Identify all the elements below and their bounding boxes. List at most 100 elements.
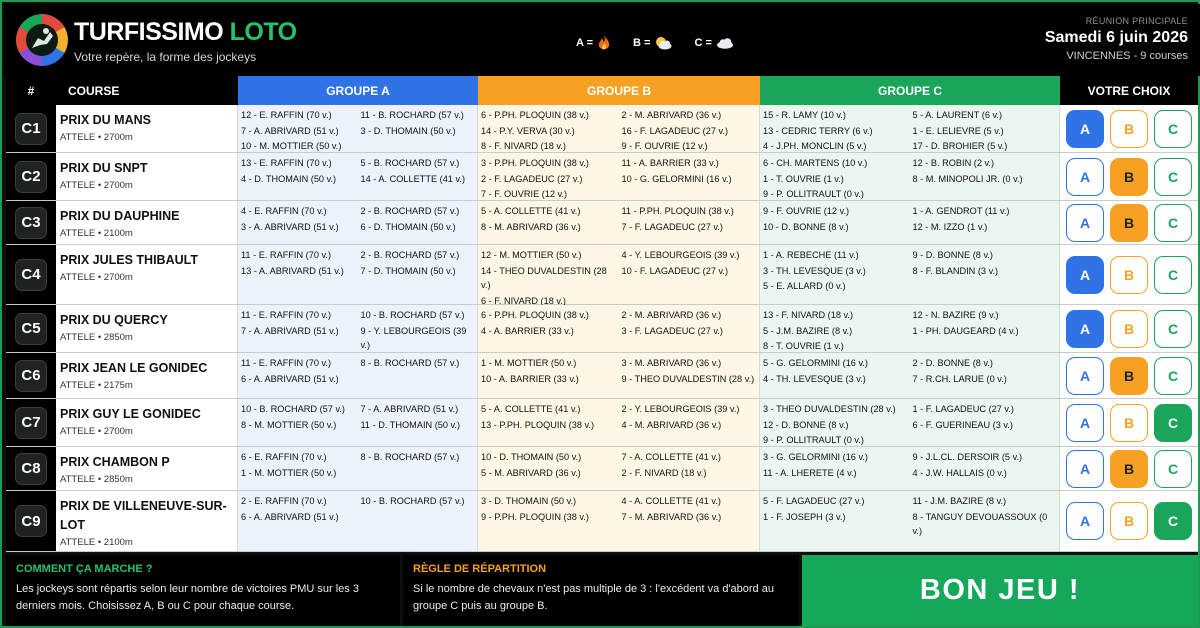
choice-button-b[interactable]: B (1110, 356, 1148, 395)
group-c-cell: 13 - F. NIVARD (18 v.) 12 - N. BAZIRE (9 … (760, 305, 1060, 352)
choice-button-c[interactable]: C (1154, 109, 1192, 148)
jockey-entry: 9 - F. OUVRIE (12 v.) (763, 206, 850, 216)
jockey-entry: 10 - B. ROCHARD (57 v.) (360, 496, 465, 506)
choice-button-a[interactable]: A (1066, 157, 1104, 196)
jockey-entry: 3 - A. ABRIVARD (51 v.) (241, 221, 339, 232)
legend-item-c: C = (694, 37, 733, 49)
jockey-entry: 5 - J.M. BAZIRE (8 v.) (763, 325, 853, 336)
jockey-entry: 11 - P.PH. PLOQUIN (38 v.) (621, 206, 734, 216)
jockey-entry: 1 - F. JOSEPH (3 v.) (763, 511, 846, 522)
choice-button-a[interactable]: A (1066, 403, 1104, 442)
choice-button-c[interactable]: C (1154, 309, 1192, 348)
choice-button-b[interactable]: B (1110, 449, 1148, 488)
group-c-cell: 6 - CH. MARTENS (10 v.) 12 - B. ROBIN (2 … (760, 153, 1060, 200)
jockey-list: 2 - E. RAFFIN (70 v.) 10 - B. ROCHARD (57… (238, 491, 477, 524)
jockey-entry: 3 - G. GELORMINI (16 v.) (763, 452, 868, 462)
jockey-entry: 9 - J.L.CL. DERSOIR (5 v.) (912, 452, 1023, 462)
group-c-cell: 3 - G. GELORMINI (16 v.) 9 - J.L.CL. DERS… (760, 447, 1060, 490)
jockey-entry: 8 - M. MINOPOLI JR. (0 v.) (912, 173, 1023, 184)
choice-button-a[interactable]: A (1066, 356, 1104, 395)
race-number-badge: C8 (15, 452, 47, 485)
course-cell: PRIX DU SNPT ATTELE • 2700m (56, 153, 238, 200)
choice-button-b[interactable]: B (1110, 157, 1148, 196)
column-header-group-c: GROUPE C (760, 76, 1060, 105)
jockey-entry: 2 - F. LAGADEUC (27 v.) (481, 173, 583, 184)
jockey-entry: 5 - B. ROCHARD (57 v.) (360, 158, 460, 168)
group-c-cell: 5 - F. LAGADEUC (27 v.) 11 - J.M. BAZIRE … (760, 491, 1060, 551)
choice-button-b[interactable]: B (1110, 109, 1148, 148)
course-name: PRIX JULES THIBAULT (60, 253, 198, 267)
choice-button-c[interactable]: C (1154, 502, 1192, 540)
jockey-entry: 5 - E. ALLARD (0 v.) (763, 281, 846, 291)
jockey-entry: 7 - D. THOMAIN (50 v.) (360, 265, 456, 276)
group-c-cell: 9 - F. OUVRIE (12 v.) 1 - A. GENDROT (11 … (760, 201, 1060, 244)
jockey-list: 15 - R. LAMY (10 v.) 5 - A. LAURENT (6 v.… (760, 105, 1059, 154)
choice-button-a[interactable]: A (1066, 449, 1104, 488)
races-table: C1 PRIX DU MANS ATTELE • 2700m 12 - E. RAFF… (6, 105, 1198, 552)
brand-accent: LOTO (229, 18, 297, 46)
jockey-entry (361, 372, 475, 387)
choice-button-a[interactable]: A (1066, 255, 1104, 294)
group-legend: A = B = C = (576, 35, 734, 51)
choice-button-c[interactable]: C (1154, 449, 1192, 488)
jockey-entry: 3 - TH. LEVESQUE (3 v.) (763, 265, 866, 276)
choice-button-b[interactable]: B (1110, 255, 1148, 294)
jockey-entry: 11 - B. ROCHARD (57 v.) (360, 110, 464, 120)
jockey-entry: 17 - D. BROHIER (5 v.) (912, 141, 1008, 151)
jockey-list: 1 - A. REBECHE (11 v.) 9 - D. BONNE (8 v.… (760, 245, 1059, 294)
column-header-course: COURSE (56, 76, 238, 105)
choice-cell: ABC (1060, 245, 1198, 304)
choice-button-c[interactable]: C (1154, 403, 1192, 442)
cloud-icon (716, 38, 733, 49)
course-cell: PRIX DU QUERCY ATTELE • 2850m (56, 305, 238, 352)
jockey-list: 3 - THEO DUVALDESTIN (28 v.) 1 - F. LAGAD… (760, 399, 1059, 448)
choice-button-c[interactable]: C (1154, 203, 1192, 242)
choice-button-a[interactable]: A (1066, 109, 1104, 148)
jockey-entry: 1 - M. MOTTIER (50 v.) (481, 358, 577, 368)
jockey-entry: 8 - M. ABRIVARD (36 v.) (481, 221, 581, 232)
legend-label-b: B = (633, 37, 651, 49)
column-header-num: # (6, 76, 56, 105)
jockey-entry: 4 - A. BARRIER (33 v.) (481, 325, 574, 336)
choice-button-b[interactable]: B (1110, 403, 1148, 442)
jockey-entry: 12 - M. MOTTIER (50 v.) (481, 250, 582, 260)
jockey-entry: 13 - P.PH. PLOQUIN (38 v.) (481, 419, 595, 430)
jockey-entry: 10 - G. GELORMINI (16 v.) (621, 173, 732, 184)
choice-button-a[interactable]: A (1066, 203, 1104, 242)
jockey-entry: 2 - B. ROCHARD (57 v.) (360, 250, 460, 260)
course-name: PRIX DE VILLENEUVE-SUR-LOT (60, 499, 227, 532)
jockey-entry: 10 - D. BONNE (8 v.) (763, 221, 849, 232)
course-cell: PRIX DE VILLENEUVE-SUR-LOT ATTELE • 2100m (56, 491, 238, 551)
jockey-entry: 6 - D. THOMAIN (50 v.) (360, 221, 456, 232)
jockey-entry (361, 510, 475, 525)
roulette-logo-icon (16, 14, 68, 66)
choice-button-c[interactable]: C (1154, 255, 1192, 294)
jockey-entry: 11 - A. LHERETE (4 v.) (763, 467, 857, 478)
group-b-cell: 5 - A. COLLETTE (41 v.) 11 - P.PH. PLOQUI… (478, 201, 760, 244)
choice-button-b[interactable]: B (1110, 502, 1148, 540)
course-cell: PRIX JEAN LE GONIDEC ATTELE • 2175m (56, 353, 238, 398)
column-header-choice: VOTRE CHOIX (1060, 76, 1198, 105)
jockey-entry: 9 - P. OLLITRAULT (0 v.) (763, 189, 864, 199)
meeting-venue: VINCENNES - 9 courses (1066, 50, 1188, 62)
choice-button-c[interactable]: C (1154, 157, 1192, 196)
jockey-list: 12 - E. RAFFIN (70 v.) 11 - B. ROCHARD (5… (238, 105, 477, 154)
jockey-entry: 3 - THEO DUVALDESTIN (28 v.) (763, 404, 896, 414)
choice-button-b[interactable]: B (1110, 309, 1148, 348)
choice-button-b[interactable]: B (1110, 203, 1148, 242)
choice-button-a[interactable]: A (1066, 502, 1104, 540)
choice-cell: ABC (1060, 105, 1198, 152)
choice-cell: ABC (1060, 153, 1198, 200)
course-cell: PRIX GUY LE GONIDEC ATTELE • 2700m (56, 399, 238, 446)
race-row: C8 PRIX CHAMBON P ATTELE • 2850m 6 - E. RAF… (6, 447, 1198, 491)
choice-button-c[interactable]: C (1154, 356, 1192, 395)
jockey-entry: 2 - D. BONNE (8 v.) (912, 358, 993, 368)
jockey-entry: 9 - D. BONNE (8 v.) (912, 250, 993, 260)
race-number-badge: C2 (15, 160, 47, 193)
jockey-entry: 6 - P.PH. PLOQUIN (38 v.) (481, 110, 589, 120)
jockey-entry: 6 - A. ABRIVARD (51 v.) (241, 373, 339, 384)
jockey-entry: 4 - A. COLLETTE (41 v.) (621, 496, 721, 506)
jockey-entry: 13 - F. NIVARD (18 v.) (763, 310, 854, 320)
choice-button-a[interactable]: A (1066, 309, 1104, 348)
jockey-entry: 1 - A. GENDROT (11 v.) (912, 206, 1010, 216)
